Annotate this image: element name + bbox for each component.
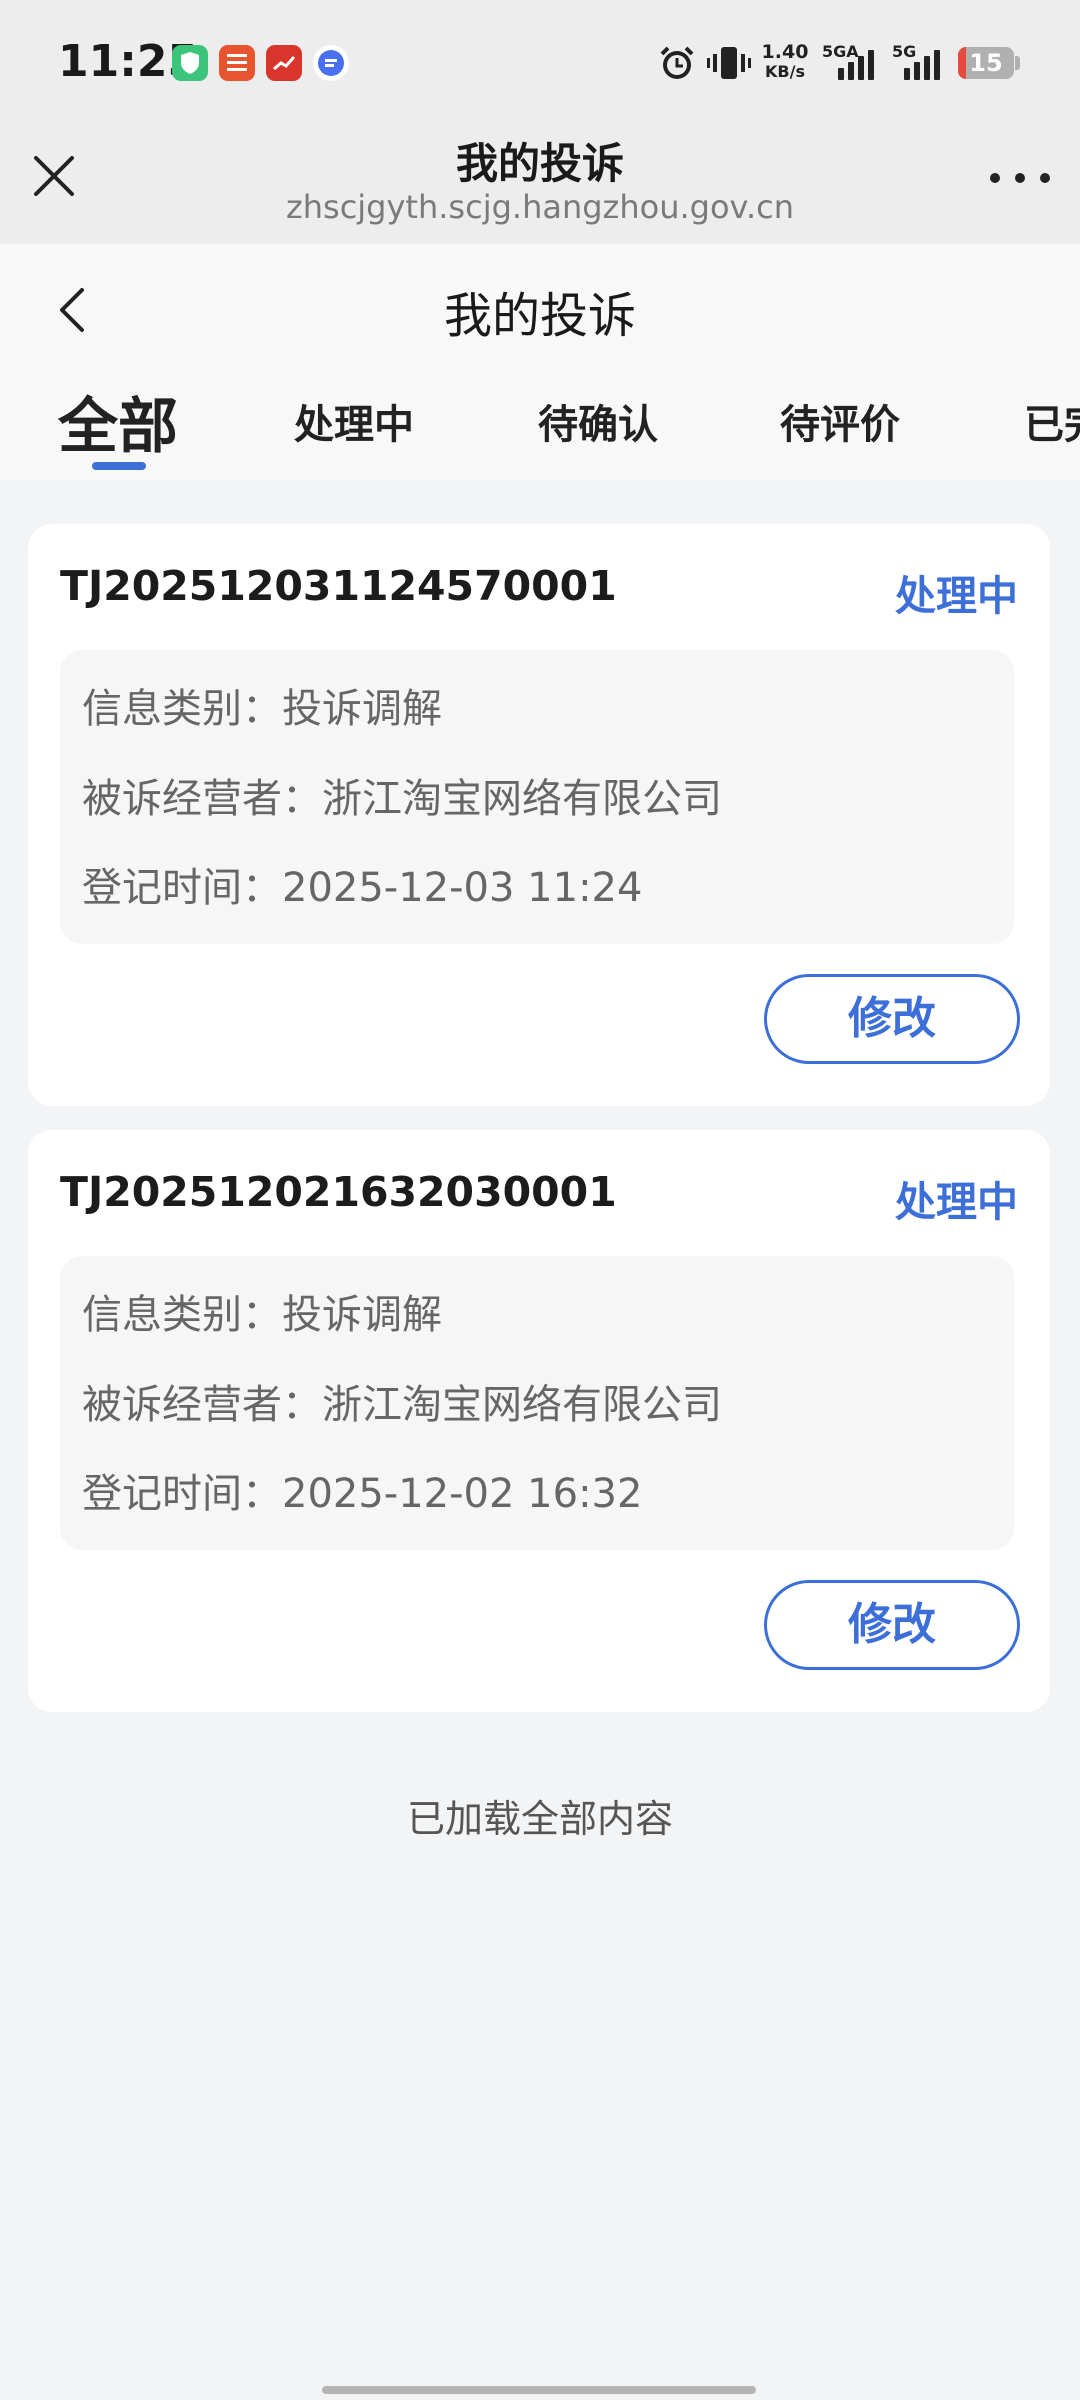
battery-percent: 15 (969, 49, 1003, 77)
edit-button[interactable]: 修改 (764, 1580, 1020, 1670)
more-dot-icon (990, 173, 1000, 183)
status-bar: 11:25 1.40 KB/s 5GA 5G 15 (0, 0, 1080, 128)
red-app-icon (266, 45, 302, 81)
chat-app-icon (313, 45, 349, 81)
more-options-button[interactable] (990, 168, 1050, 188)
signal-sim1-icon (838, 46, 874, 80)
browser-bar: 我的投诉 zhscjgyth.scjg.hangzhou.gov.cn (0, 128, 1080, 244)
more-dot-icon (1040, 173, 1050, 183)
net-speed: 1.40 KB/s (760, 42, 810, 82)
net-speed-value: 1.40 (761, 41, 809, 63)
complaint-id: TJ202512031124570001 (60, 562, 617, 610)
all-loaded-note: 已加载全部内容 (406, 1797, 673, 1841)
tab-completed[interactable]: 已完 (1024, 392, 1080, 450)
home-indicator[interactable] (322, 2386, 756, 2394)
signal-sim2-icon (904, 46, 940, 80)
info-registered-time: 登记时间：2025-12-02 16:32 (82, 1471, 643, 1517)
browser-title: 我的投诉 (455, 139, 624, 188)
net-speed-unit: KB/s (765, 62, 805, 81)
tab-pending-review[interactable]: 待评价 (780, 392, 900, 450)
tab-all[interactable]: 全部 (58, 384, 178, 465)
info-registered-time: 登记时间：2025-12-03 11:24 (82, 865, 643, 911)
status-badge: 处理中 (895, 572, 1018, 620)
tab-processing[interactable]: 处理中 (294, 392, 414, 450)
active-tab-indicator (92, 462, 146, 470)
battery-icon: 15 (958, 47, 1014, 79)
pingan-bank-app-icon (219, 45, 255, 81)
browser-url: zhscjgyth.scjg.hangzhou.gov.cn (285, 188, 795, 226)
page-title: 我的投诉 (443, 288, 636, 344)
more-dot-icon (1015, 173, 1025, 183)
complaint-info: 信息类别：投诉调解 被诉经营者：浙江淘宝网络有限公司 登记时间：2025-12-… (60, 650, 1014, 944)
info-merchant: 被诉经营者：浙江淘宝网络有限公司 (82, 1382, 722, 1428)
complaint-info: 信息类别：投诉调解 被诉经营者：浙江淘宝网络有限公司 登记时间：2025-12-… (60, 1256, 1014, 1550)
alarm-icon (656, 42, 698, 88)
tab-pending-confirm[interactable]: 待确认 (538, 392, 658, 450)
status-badge: 处理中 (895, 1178, 1018, 1226)
vibrate-icon (706, 42, 752, 88)
info-category: 信息类别：投诉调解 (82, 1292, 442, 1338)
complaint-card[interactable]: TJ202512021632030001 处理中 信息类别：投诉调解 被诉经营者… (28, 1130, 1050, 1712)
edit-button[interactable]: 修改 (764, 974, 1020, 1064)
complaint-id: TJ202512021632030001 (60, 1168, 617, 1216)
page-header: 我的投诉 全部 处理中 待确认 待评价 已完 (0, 244, 1080, 480)
shield-app-icon (172, 45, 208, 81)
status-tabs: 全部 处理中 待确认 待评价 已完 (0, 384, 1080, 474)
complaint-card[interactable]: TJ202512031124570001 处理中 信息类别：投诉调解 被诉经营者… (28, 524, 1050, 1106)
info-merchant: 被诉经营者：浙江淘宝网络有限公司 (82, 776, 722, 822)
battery-cap (1015, 56, 1020, 70)
info-category: 信息类别：投诉调解 (82, 686, 442, 732)
